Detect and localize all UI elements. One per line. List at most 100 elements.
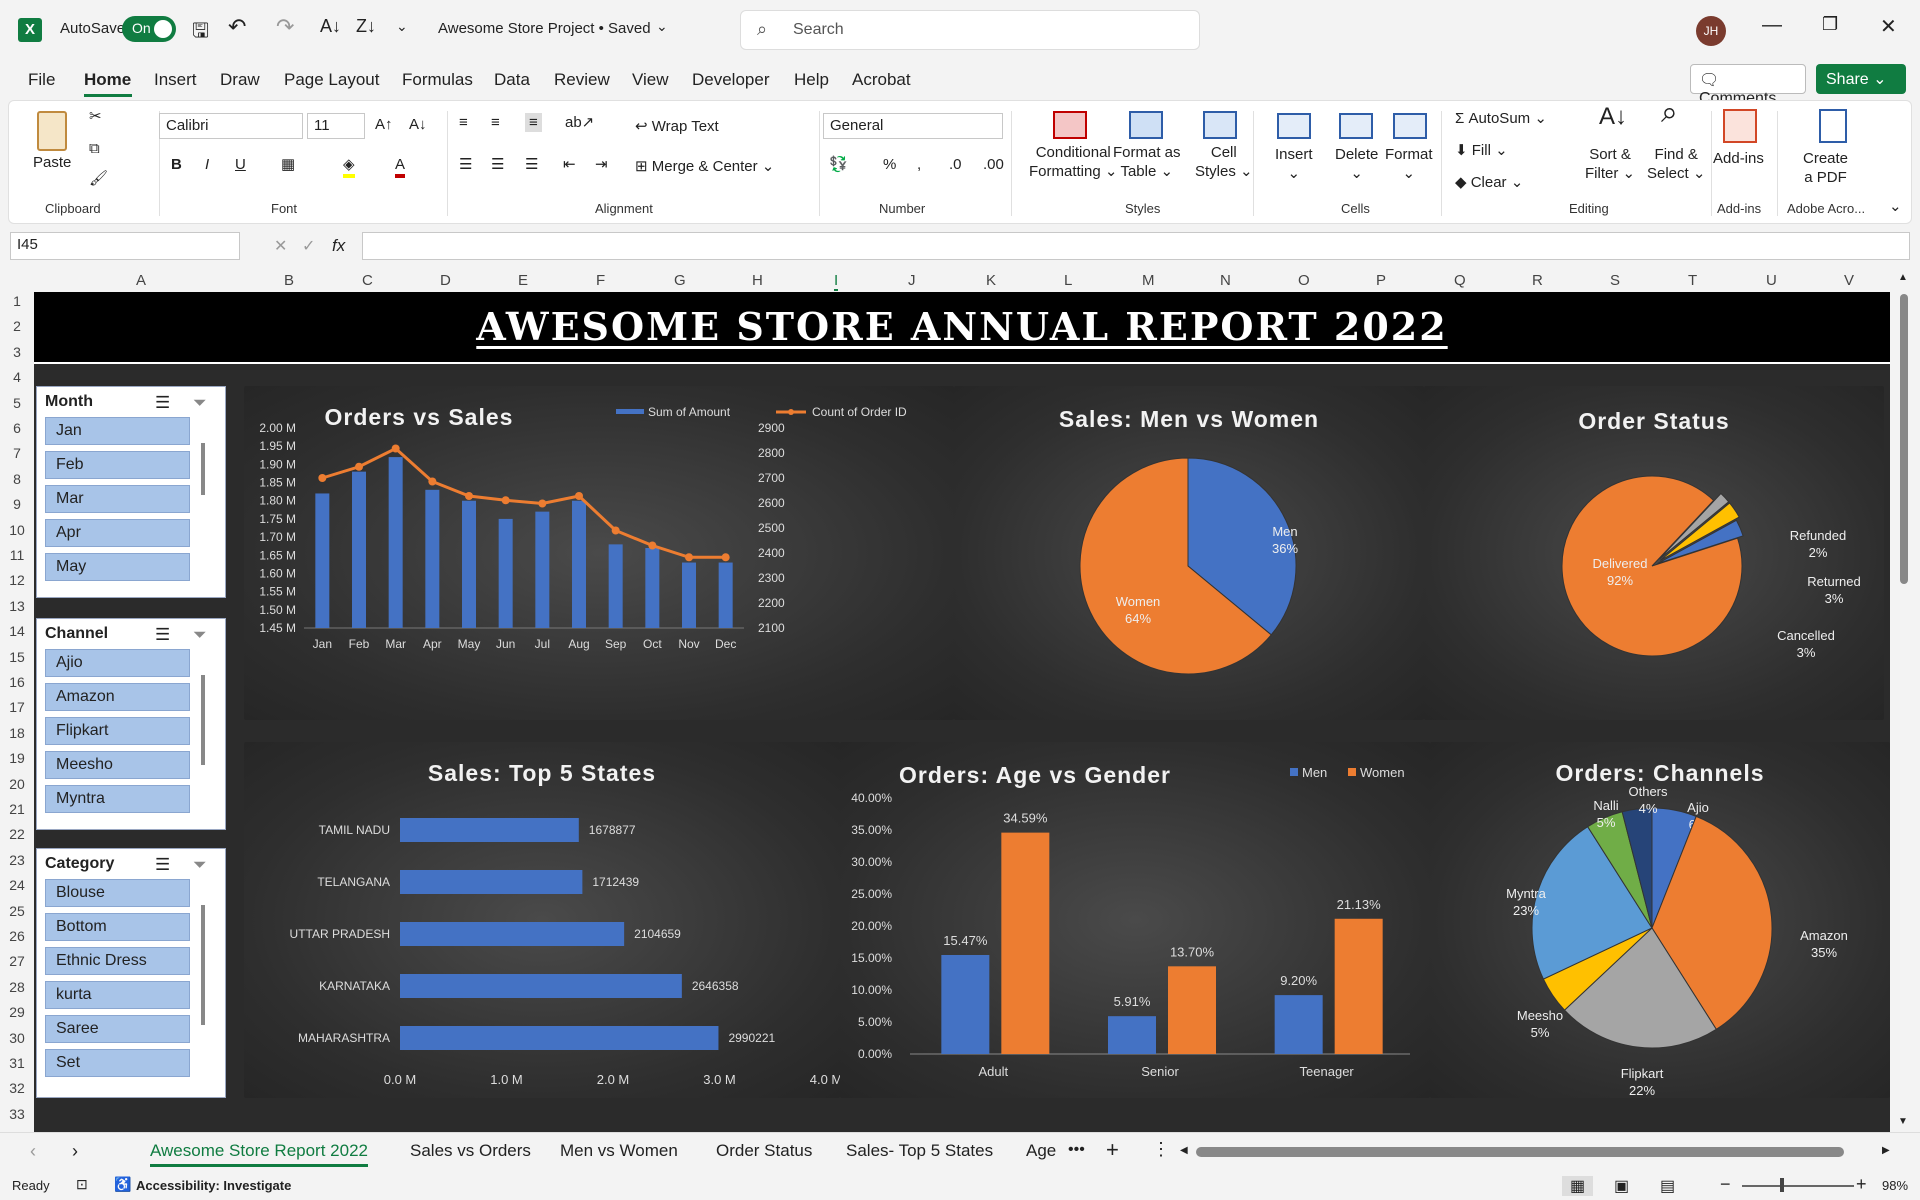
row-header[interactable]: 17 bbox=[0, 699, 34, 715]
row-header[interactable]: 32 bbox=[0, 1080, 34, 1096]
tab-next-icon[interactable]: › bbox=[72, 1141, 78, 1162]
column-header[interactable]: F bbox=[596, 272, 605, 289]
row-header[interactable]: 33 bbox=[0, 1106, 34, 1122]
column-header[interactable]: T bbox=[1688, 272, 1697, 289]
enter-icon[interactable]: ✓ bbox=[302, 236, 315, 256]
customize-qat-icon[interactable]: ⌄ bbox=[396, 18, 408, 35]
redo-icon[interactable]: ↷ bbox=[276, 14, 294, 40]
zoom-thumb[interactable] bbox=[1780, 1178, 1784, 1192]
percent-icon[interactable]: % bbox=[883, 155, 896, 174]
slicer-item-amazon[interactable]: Amazon bbox=[45, 683, 190, 711]
format-cells-button[interactable]: Format ⌄ bbox=[1385, 145, 1433, 183]
insert-cells-button[interactable]: Insert ⌄ bbox=[1275, 145, 1313, 183]
formula-input[interactable] bbox=[362, 232, 1910, 260]
row-header[interactable]: 13 bbox=[0, 598, 34, 614]
column-header[interactable]: M bbox=[1142, 272, 1155, 289]
column-header-selected[interactable]: I bbox=[834, 272, 839, 291]
column-header[interactable]: Q bbox=[1454, 272, 1466, 289]
vertical-scrollbar[interactable]: ▲ ▼ bbox=[1890, 268, 1920, 1132]
slicer-item-bottom[interactable]: Bottom bbox=[45, 913, 190, 941]
slicer-item-saree[interactable]: Saree bbox=[45, 1015, 190, 1043]
sheet-tab[interactable]: Sales vs Orders bbox=[410, 1141, 531, 1161]
menu-data[interactable]: Data bbox=[494, 70, 530, 90]
wrap-text-button[interactable]: ↩ Wrap Text bbox=[635, 117, 719, 136]
align-middle-icon[interactable]: ≡ bbox=[491, 113, 500, 132]
fill-color-icon[interactable]: ◈ bbox=[343, 155, 355, 178]
row-header[interactable]: 15 bbox=[0, 649, 34, 665]
slicer-item-blouse[interactable]: Blouse bbox=[45, 879, 190, 907]
format-painter-icon[interactable]: 🖌 bbox=[89, 169, 108, 188]
align-right-icon[interactable]: ☰ bbox=[525, 155, 538, 174]
cancel-icon[interactable]: ✕ bbox=[274, 236, 287, 256]
menu-formulas[interactable]: Formulas bbox=[402, 70, 473, 90]
zoom-in-icon[interactable]: + bbox=[1856, 1174, 1867, 1195]
more-tabs-icon[interactable]: ••• bbox=[1068, 1141, 1085, 1159]
row-header[interactable]: 5 bbox=[0, 395, 34, 411]
find-select-button[interactable]: Find & Select ⌄ bbox=[1647, 145, 1705, 183]
font-color-icon[interactable]: A bbox=[395, 155, 406, 178]
menu-file[interactable]: File bbox=[28, 70, 55, 90]
tab-prev-icon[interactable]: ‹ bbox=[30, 1141, 36, 1162]
add-sheet-icon[interactable]: + bbox=[1106, 1137, 1119, 1163]
row-header[interactable]: 31 bbox=[0, 1055, 34, 1071]
paste-icon[interactable] bbox=[37, 111, 67, 151]
row-header[interactable]: 19 bbox=[0, 750, 34, 766]
font-size-select[interactable]: 11 bbox=[307, 113, 365, 139]
row-header[interactable]: 7 bbox=[0, 445, 34, 461]
column-header[interactable]: N bbox=[1220, 272, 1231, 289]
slicer-item-ethnic-dress[interactable]: Ethnic Dress bbox=[45, 947, 190, 975]
row-header[interactable]: 30 bbox=[0, 1030, 34, 1046]
accessibility-status[interactable]: Accessibility: Investigate bbox=[136, 1178, 291, 1193]
column-header[interactable]: O bbox=[1298, 272, 1310, 289]
top-states-chart[interactable]: Sales: Top 5 States TAMIL NADU 1678877 TEL… bbox=[244, 742, 840, 1098]
row-header[interactable]: 12 bbox=[0, 572, 34, 588]
create-pdf-button[interactable]: Create a PDF bbox=[1803, 149, 1848, 187]
row-header[interactable]: 26 bbox=[0, 928, 34, 944]
row-header[interactable]: 9 bbox=[0, 496, 34, 512]
sheet-tab[interactable]: Sales- Top 5 States bbox=[846, 1141, 993, 1161]
autosum-button[interactable]: Σ AutoSum ⌄ bbox=[1455, 109, 1547, 128]
row-header[interactable]: 22 bbox=[0, 826, 34, 842]
column-header[interactable]: H bbox=[752, 272, 763, 289]
copy-icon[interactable]: ⧉ bbox=[89, 139, 100, 158]
menu-developer[interactable]: Developer bbox=[692, 70, 770, 90]
normal-view-icon[interactable]: ▦ bbox=[1562, 1176, 1594, 1196]
share-button[interactable]: Share ⌄ bbox=[1816, 64, 1906, 94]
minimize-icon[interactable]: — bbox=[1762, 14, 1782, 37]
column-header[interactable]: B bbox=[284, 272, 294, 289]
tab-options-icon[interactable]: ⋮ bbox=[1152, 1139, 1170, 1160]
sheet-tab-active[interactable]: Awesome Store Report 2022 bbox=[150, 1141, 368, 1167]
row-header[interactable]: 21 bbox=[0, 801, 34, 817]
sort-desc-icon[interactable]: Z↓ bbox=[356, 16, 376, 37]
save-icon[interactable]: 🖫 bbox=[192, 16, 209, 50]
borders-icon[interactable]: ▦ bbox=[281, 155, 295, 174]
align-center-icon[interactable]: ☰ bbox=[491, 155, 504, 174]
currency-icon[interactable]: 💱 bbox=[829, 155, 848, 174]
menu-page-layout[interactable]: Page Layout bbox=[284, 70, 379, 90]
align-bottom-icon[interactable]: ≡ bbox=[525, 113, 542, 132]
accessibility-icon[interactable]: ♿ bbox=[114, 1176, 131, 1193]
number-format-select[interactable]: General bbox=[823, 113, 1003, 139]
slicer-item-myntra[interactable]: Myntra bbox=[45, 785, 190, 813]
category-slicer[interactable]: Category ☰ ⏷ Blouse Bottom Ethnic Dress … bbox=[36, 848, 226, 1098]
orders-vs-sales-chart[interactable]: Orders vs Sales 2.00 M 1.95 M 1.90 M 1.85 M… bbox=[244, 386, 954, 720]
multi-select-icon[interactable]: ☰ bbox=[155, 625, 170, 645]
font-name-select[interactable]: Calibri bbox=[159, 113, 303, 139]
autosave-toggle[interactable]: On bbox=[122, 16, 176, 42]
macro-record-icon[interactable]: ⊡ bbox=[76, 1176, 88, 1193]
menu-draw[interactable]: Draw bbox=[220, 70, 260, 90]
menu-acrobat[interactable]: Acrobat bbox=[852, 70, 911, 90]
row-header[interactable]: 18 bbox=[0, 725, 34, 741]
slicer-item-mar[interactable]: Mar bbox=[45, 485, 190, 513]
slicer-scrollbar[interactable] bbox=[201, 443, 205, 495]
paste-button[interactable]: Paste bbox=[33, 153, 71, 172]
insert-function-button[interactable]: fx bbox=[332, 236, 345, 256]
zoom-level[interactable]: 98% bbox=[1882, 1178, 1908, 1193]
column-header[interactable]: U bbox=[1766, 272, 1777, 289]
row-header[interactable]: 14 bbox=[0, 623, 34, 639]
scroll-up-icon[interactable]: ▲ bbox=[1898, 272, 1908, 283]
sheet-tab[interactable]: Age bbox=[1026, 1141, 1056, 1161]
page-layout-view-icon[interactable]: ▣ bbox=[1614, 1176, 1629, 1196]
align-left-icon[interactable]: ☰ bbox=[459, 155, 472, 174]
menu-home[interactable]: Home bbox=[84, 70, 131, 90]
